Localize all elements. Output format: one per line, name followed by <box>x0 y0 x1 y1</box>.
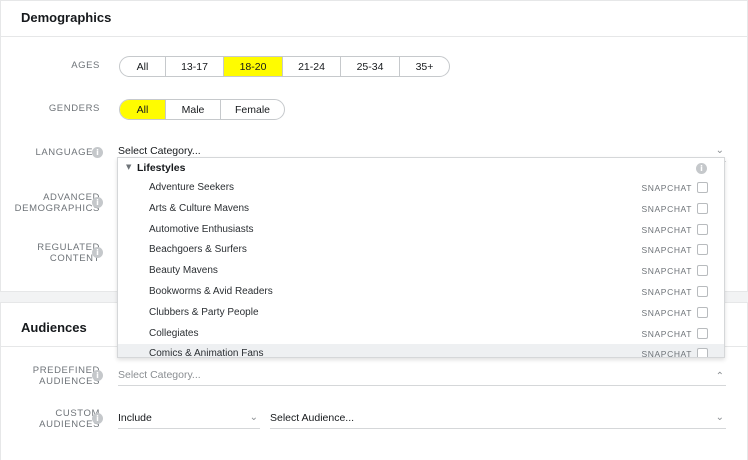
custom-audiences-label-line1: CUSTOM <box>55 408 100 419</box>
custom-audiences-label-line2: AUDIENCES <box>39 419 100 430</box>
dropdown-item-source: SNAPCHAT <box>641 307 692 318</box>
age-option[interactable]: All <box>120 57 165 76</box>
caret-down-icon[interactable]: ▼ <box>126 163 131 171</box>
predefined-audiences-label-line1: PREDEFINED <box>32 365 100 376</box>
dropdown-item-source: SNAPCHAT <box>641 203 692 214</box>
ages-label: AGES <box>71 60 100 71</box>
dropdown-item[interactable]: Beachgoers & Surfers SNAPCHAT <box>118 240 724 261</box>
include-exclude-select[interactable]: Include ⌄ <box>118 409 260 429</box>
info-icon[interactable]: i <box>92 247 103 258</box>
checkbox[interactable] <box>697 265 708 277</box>
custom-audience-value: Select Audience... <box>270 412 355 424</box>
dropdown-item-name: Beauty Mavens <box>149 265 218 277</box>
dropdown-item-name: Clubbers & Party People <box>149 306 259 318</box>
checkbox[interactable] <box>697 306 708 318</box>
dropdown-item-source: SNAPCHAT <box>641 287 692 297</box>
category-dropdown: ▼ Lifestyles i Adventure Seekers SNAPCHAT… <box>117 157 725 358</box>
info-icon[interactable]: i <box>92 197 103 208</box>
age-option[interactable]: 18-20 <box>223 57 282 76</box>
checkbox[interactable] <box>697 348 708 357</box>
regulated-content-label-line1: REGULATED <box>37 242 100 253</box>
dropdown-group-title: Lifestyles <box>137 162 186 174</box>
info-icon[interactable]: i <box>696 163 707 174</box>
dropdown-item-name: Comics & Animation Fans <box>149 348 264 358</box>
genders-segmented-control: All Male Female <box>119 99 285 120</box>
dropdown-item-name: Adventure Seekers <box>149 182 235 193</box>
dropdown-item[interactable]: Arts & Culture Mavens SNAPCHAT <box>118 199 724 220</box>
dropdown-group-header[interactable]: ▼ Lifestyles i <box>118 158 724 178</box>
chevron-down-icon: ⌄ <box>249 412 258 423</box>
regulated-content-label: REGULATED CONTENT <box>37 242 100 264</box>
dropdown-item[interactable]: Bookworms & Avid Readers SNAPCHAT <box>118 282 724 303</box>
demographics-title: Demographics <box>21 10 112 25</box>
divider <box>1 36 747 37</box>
chevron-up-icon: ⌃ <box>715 371 724 382</box>
predefined-audiences-label: PREDEFINED AUDIENCES <box>33 365 100 387</box>
dropdown-item[interactable]: Clubbers & Party People SNAPCHAT <box>118 303 724 324</box>
dropdown-item-source: SNAPCHAT <box>641 328 692 339</box>
gender-option[interactable]: Male <box>165 100 220 119</box>
dropdown-item-name: Automotive Enthusiasts <box>149 223 254 235</box>
checkbox[interactable] <box>697 182 708 193</box>
age-option[interactable]: 35+ <box>399 57 449 76</box>
dropdown-item[interactable]: Comics & Animation Fans SNAPCHAT <box>118 344 724 358</box>
checkbox[interactable] <box>697 202 708 214</box>
info-icon[interactable]: i <box>92 413 103 424</box>
checkbox[interactable] <box>697 244 708 256</box>
checkbox[interactable] <box>697 327 708 339</box>
regulated-content-label-line2: CONTENT <box>49 253 100 264</box>
genders-label: GENDERS <box>48 103 100 114</box>
advanced-demographics-label-line1: ADVANCED <box>43 192 100 203</box>
include-exclude-value: Include <box>118 412 152 424</box>
dropdown-item-source: SNAPCHAT <box>641 349 692 358</box>
languages-label: LANGUAGES <box>35 147 100 158</box>
dropdown-item-source: SNAPCHAT <box>641 245 692 256</box>
predefined-audiences-placeholder: Select Category... <box>118 369 201 381</box>
chevron-down-icon: ⌄ <box>715 412 724 423</box>
dropdown-item[interactable]: Collegiates SNAPCHAT <box>118 324 724 345</box>
custom-audience-select[interactable]: Select Audience... ⌄ <box>270 409 726 429</box>
advanced-demographics-label-line2: DEMOGRAPHICS <box>14 203 100 214</box>
age-option[interactable]: 21-24 <box>282 57 340 76</box>
predefined-audiences-label-line2: AUDIENCES <box>39 376 100 387</box>
dropdown-item-source: SNAPCHAT <box>641 224 692 235</box>
age-option[interactable]: 25-34 <box>340 57 399 76</box>
audiences-title: Audiences <box>21 320 87 335</box>
dropdown-item-name: Beachgoers & Surfers <box>149 244 247 256</box>
dropdown-item[interactable]: Adventure Seekers SNAPCHAT <box>118 178 724 199</box>
dropdown-item-source: SNAPCHAT <box>641 183 692 193</box>
advanced-demographics-label: ADVANCED DEMOGRAPHICS <box>15 192 100 214</box>
custom-audiences-label: CUSTOM AUDIENCES <box>39 408 100 430</box>
ages-segmented-control: All 13-17 18-20 21-24 25-34 35+ <box>119 56 450 77</box>
languages-select-value: Select Category... <box>118 145 201 157</box>
info-icon[interactable]: i <box>92 147 103 158</box>
dropdown-item-source: SNAPCHAT <box>641 266 692 277</box>
dropdown-item-name: Arts & Culture Mavens <box>149 202 250 214</box>
info-icon[interactable]: i <box>92 370 103 381</box>
age-option[interactable]: 13-17 <box>165 57 223 76</box>
checkbox[interactable] <box>697 286 708 297</box>
dropdown-item[interactable]: Beauty Mavens SNAPCHAT <box>118 261 724 282</box>
dropdown-item-name: Bookworms & Avid Readers <box>149 286 273 297</box>
gender-option[interactable]: Female <box>220 100 284 119</box>
gender-option[interactable]: All <box>120 100 165 119</box>
dropdown-item-name: Collegiates <box>149 327 199 339</box>
predefined-audiences-select[interactable]: Select Category... ⌃ <box>118 366 726 386</box>
checkbox[interactable] <box>697 223 708 235</box>
dropdown-item[interactable]: Automotive Enthusiasts SNAPCHAT <box>118 220 724 241</box>
